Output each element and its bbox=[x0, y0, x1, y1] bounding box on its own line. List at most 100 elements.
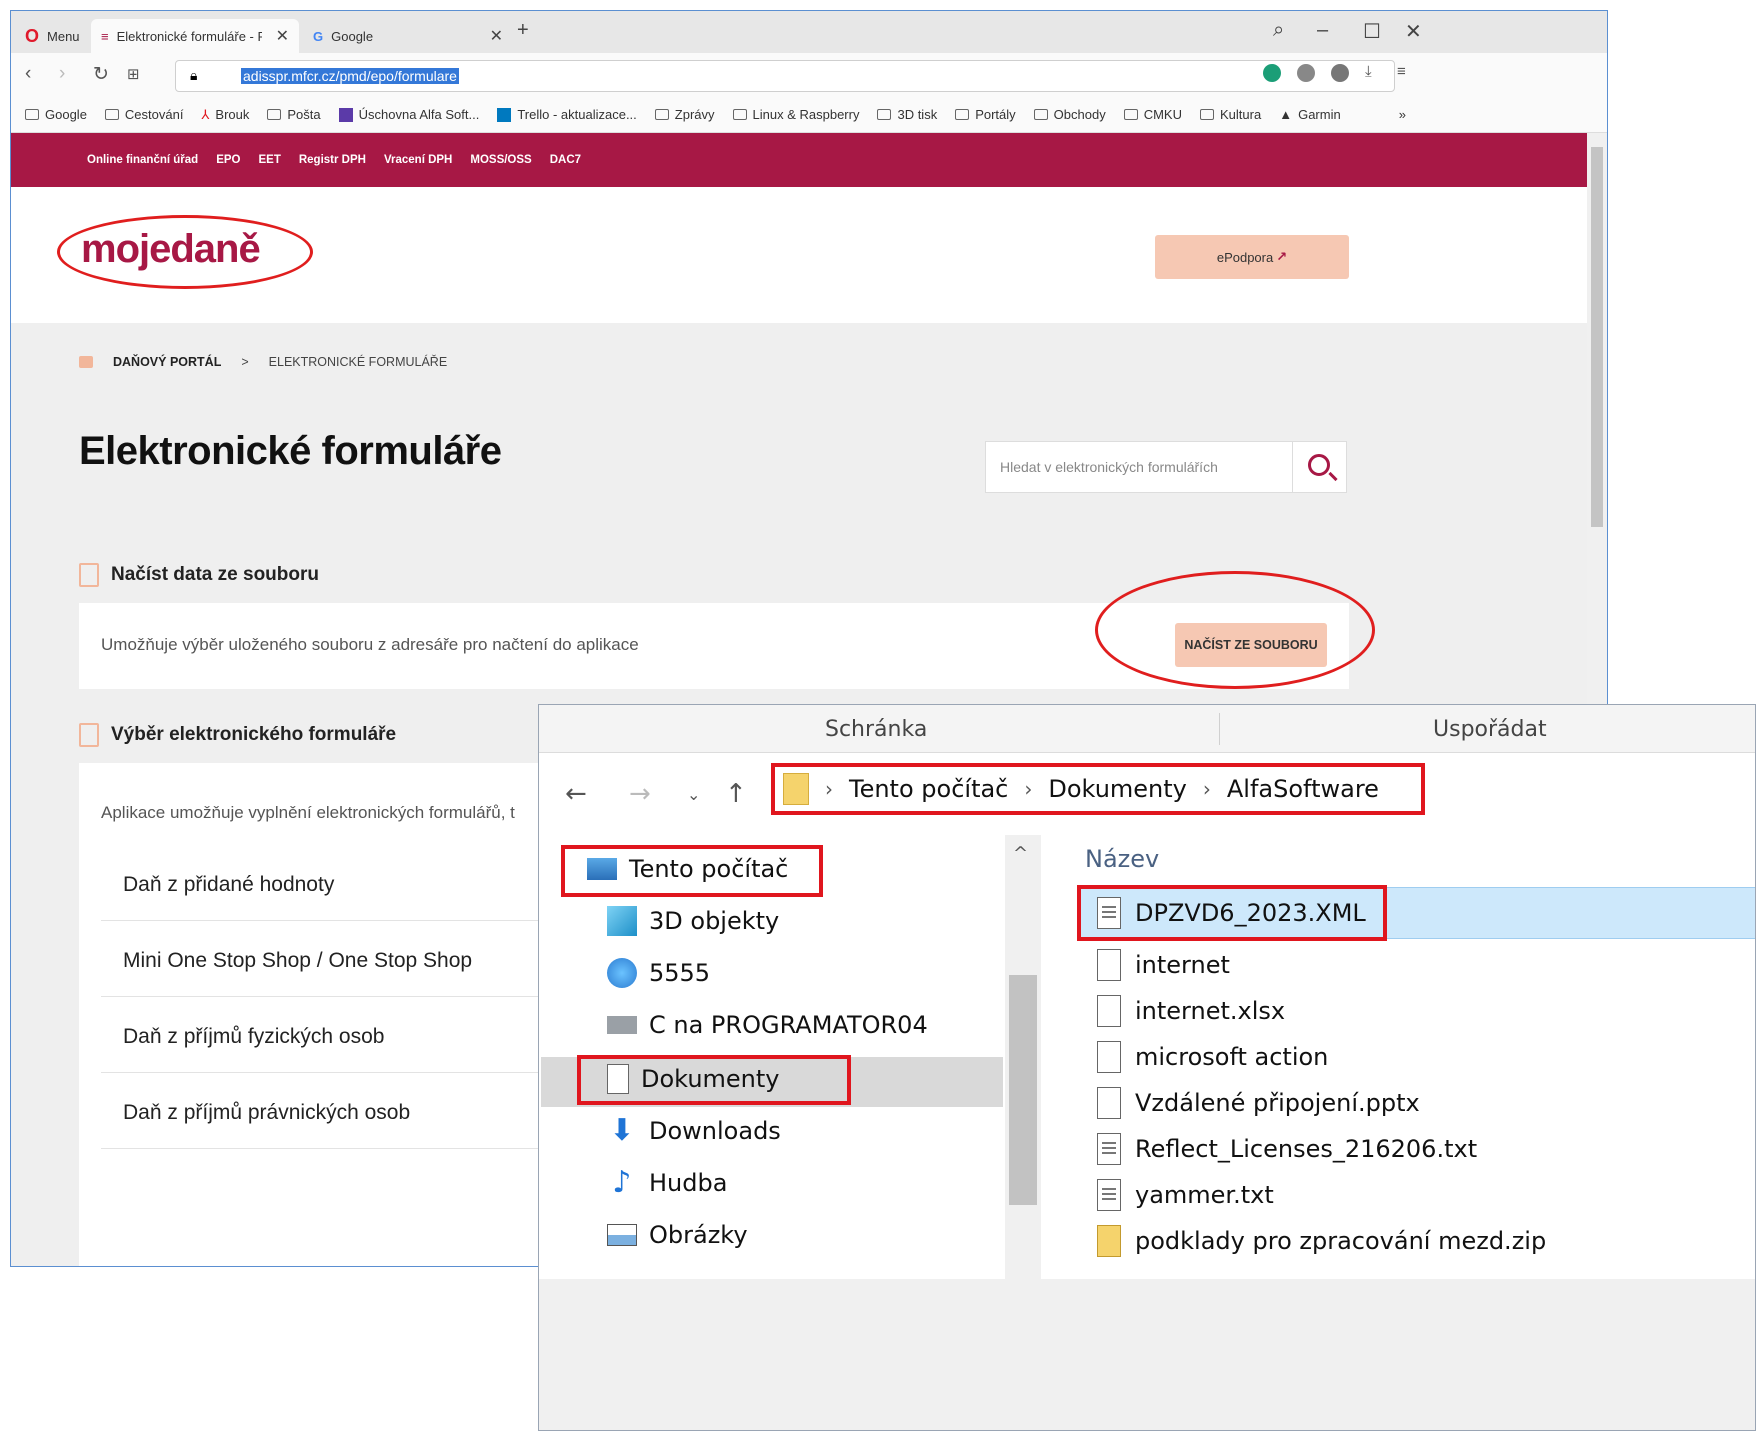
up-arrow-icon[interactable]: ↑ bbox=[725, 779, 747, 809]
bookmark-cestovani[interactable]: Cestování bbox=[104, 107, 183, 122]
extension-icon[interactable] bbox=[1263, 64, 1281, 82]
path-segment[interactable]: AlfaSoftware bbox=[1227, 775, 1379, 803]
highlight-oval bbox=[57, 215, 313, 289]
new-tab-icon[interactable]: + bbox=[517, 19, 529, 42]
back-arrow-icon[interactable]: ← bbox=[565, 779, 587, 809]
load-from-file-button[interactable]: NAČÍST ZE SOUBORU bbox=[1175, 623, 1327, 667]
close-tab-icon[interactable]: ✕ bbox=[276, 26, 289, 46]
cube-icon bbox=[607, 906, 637, 936]
nav-link-moss-oss[interactable]: MOSS/OSS bbox=[470, 154, 531, 166]
search-tabs-icon[interactable]: ⌕ bbox=[1273, 19, 1284, 42]
tab-elektronicke-formulare[interactable]: ≡ Elektronické formuláře - Po ✕ bbox=[91, 19, 299, 53]
address-bar[interactable]: 🔒︎ adisspr.mfcr.cz/pmd/epo/formulare bbox=[175, 60, 1395, 92]
search-input[interactable]: Hledat v elektronických formulářích bbox=[1000, 459, 1218, 475]
file-icon bbox=[1097, 1041, 1121, 1073]
load-description: Umožňuje výběr uloženého souboru z adres… bbox=[101, 635, 639, 654]
nav-link-eet[interactable]: EET bbox=[258, 154, 280, 166]
ribbon-group-usporadat[interactable]: Uspořádat bbox=[1433, 717, 1547, 742]
status-bar bbox=[539, 1279, 1755, 1430]
forward-arrow-icon[interactable]: → bbox=[629, 779, 651, 809]
nav-link-epo[interactable]: EPO bbox=[216, 154, 240, 166]
google-favicon-icon: G bbox=[313, 28, 324, 44]
bookmark-kultura[interactable]: Kultura bbox=[1200, 107, 1261, 122]
folder-icon bbox=[783, 773, 809, 805]
recent-locations-icon[interactable]: ⌄ bbox=[687, 785, 700, 804]
back-icon[interactable]: ‹ bbox=[25, 63, 31, 85]
bookmark-3d-tisk[interactable]: 3D tisk bbox=[877, 107, 937, 122]
nav-item-5555[interactable]: 5555 bbox=[607, 951, 710, 995]
highlight-box bbox=[577, 1055, 851, 1105]
nav-item-downloads[interactable]: ⬇ Downloads bbox=[607, 1109, 780, 1153]
speed-dial-icon[interactable]: ⊞ bbox=[127, 65, 140, 83]
bookmark-zpravy[interactable]: Zprávy bbox=[654, 107, 715, 122]
path-segment[interactable]: Dokumenty bbox=[1048, 775, 1187, 803]
bookmark-google[interactable]: Google bbox=[25, 107, 87, 122]
extension-icon[interactable] bbox=[1297, 64, 1315, 82]
text-file-icon bbox=[1097, 1179, 1121, 1211]
search-button[interactable] bbox=[1292, 442, 1346, 492]
zip-folder-icon bbox=[1097, 1225, 1121, 1257]
load-section-title: Načíst data ze souboru bbox=[79, 563, 319, 587]
file-explorer-window: Schránka Uspořádat ← → ⌄ ↑ › Tento počít… bbox=[538, 704, 1756, 1431]
nav-item-3d-objects[interactable]: 3D objekty bbox=[607, 899, 779, 943]
bookmark-posta[interactable]: Pošta bbox=[267, 107, 321, 122]
file-row[interactable]: internet.xlsx bbox=[1097, 989, 1285, 1033]
nav-item-network-drive[interactable]: C na PROGRAMATOR04 bbox=[607, 1003, 928, 1047]
nav-item-music[interactable]: ♪ Hudba bbox=[607, 1161, 727, 1205]
close-window-icon[interactable]: ✕ bbox=[1405, 19, 1422, 44]
reload-icon[interactable]: ↻ bbox=[93, 63, 109, 86]
easy-setup-icon[interactable]: ≡ bbox=[1397, 63, 1406, 80]
tab-google[interactable]: G Google ✕ bbox=[303, 19, 513, 53]
file-row[interactable]: yammer.txt bbox=[1097, 1173, 1274, 1217]
bookmark-linux[interactable]: Linux & Raspberry bbox=[732, 107, 859, 122]
nav-link-dac7[interactable]: DAC7 bbox=[550, 154, 581, 166]
maximize-icon[interactable]: ☐ bbox=[1363, 19, 1381, 44]
download-icon[interactable]: ⤓ bbox=[1365, 63, 1372, 80]
file-row[interactable]: internet bbox=[1097, 943, 1230, 987]
file-row[interactable]: Vzdálené připojení.pptx bbox=[1097, 1081, 1420, 1125]
breadcrumb-home[interactable]: DAŇOVÝ PORTÁL bbox=[113, 355, 221, 369]
nav-link-vraceni-dph[interactable]: Vracení DPH bbox=[384, 154, 452, 166]
tab-bar: O Menu ≡ Elektronické formuláře - Po ✕ G… bbox=[11, 11, 1607, 53]
scrollbar-thumb[interactable] bbox=[1009, 975, 1037, 1205]
breadcrumb-separator: > bbox=[241, 355, 249, 369]
address-path[interactable]: › Tento počítač › Dokumenty › AlfaSoftwa… bbox=[771, 763, 1425, 815]
file-icon bbox=[1097, 995, 1121, 1027]
bookmark-uschovna[interactable]: Úschovna Alfa Soft... bbox=[338, 107, 479, 122]
url-text[interactable]: adisspr.mfcr.cz/pmd/epo/formulare bbox=[241, 68, 459, 84]
home-icon[interactable] bbox=[79, 356, 93, 368]
close-tab-icon[interactable]: ✕ bbox=[490, 26, 503, 46]
nav-item-pictures[interactable]: Obrázky bbox=[607, 1213, 748, 1257]
forward-icon[interactable]: › bbox=[59, 63, 65, 85]
chevron-right-icon: › bbox=[825, 777, 833, 801]
ribbon-group-schranka[interactable]: Schránka bbox=[825, 717, 927, 742]
file-row[interactable]: Reflect_Licenses_216206.txt bbox=[1097, 1127, 1477, 1171]
file-row[interactable]: podklady pro zpracování mezd.zip bbox=[1097, 1219, 1546, 1263]
file-row[interactable]: microsoft action bbox=[1097, 1035, 1328, 1079]
ribbon-divider bbox=[1219, 713, 1220, 745]
bookmark-cmku[interactable]: CMKU bbox=[1123, 107, 1182, 122]
form-search[interactable]: Hledat v elektronických formulářích bbox=[985, 441, 1347, 493]
forms-description: Aplikace umožňuje vyplnění elektronickýc… bbox=[101, 803, 515, 822]
profile-icon[interactable] bbox=[1331, 64, 1349, 82]
nav-link-online-financni-urad[interactable]: Online finanční úřad bbox=[87, 154, 198, 166]
epodpora-button[interactable]: ePodpora ↗ bbox=[1155, 235, 1349, 279]
column-header-name[interactable]: Název bbox=[1085, 845, 1159, 873]
folder-icon bbox=[1200, 109, 1214, 120]
bookmarks-more-button[interactable]: » bbox=[1399, 107, 1406, 122]
bookmark-brouk[interactable]: ⅄ Brouk bbox=[201, 107, 249, 123]
bookmark-garmin[interactable]: ▲ Garmin bbox=[1279, 107, 1341, 122]
minimize-icon[interactable]: – bbox=[1317, 19, 1328, 42]
nav-link-registr-dph[interactable]: Registr DPH bbox=[299, 154, 366, 166]
bookmark-trello[interactable]: Trello - aktualizace... bbox=[497, 107, 637, 122]
opera-menu-button[interactable]: O Menu bbox=[15, 19, 90, 53]
bookmark-portaly[interactable]: Portály bbox=[955, 107, 1016, 122]
scroll-up-icon[interactable]: ^ bbox=[1013, 843, 1028, 864]
bookmark-obchody[interactable]: Obchody bbox=[1033, 107, 1106, 122]
file-icon bbox=[1097, 1087, 1121, 1119]
highlight-box bbox=[1077, 885, 1387, 941]
path-segment[interactable]: Tento počítač bbox=[849, 775, 1008, 803]
network-drive-icon bbox=[607, 1016, 637, 1034]
scrollbar-thumb[interactable] bbox=[1591, 147, 1603, 527]
folder-icon bbox=[732, 109, 747, 120]
